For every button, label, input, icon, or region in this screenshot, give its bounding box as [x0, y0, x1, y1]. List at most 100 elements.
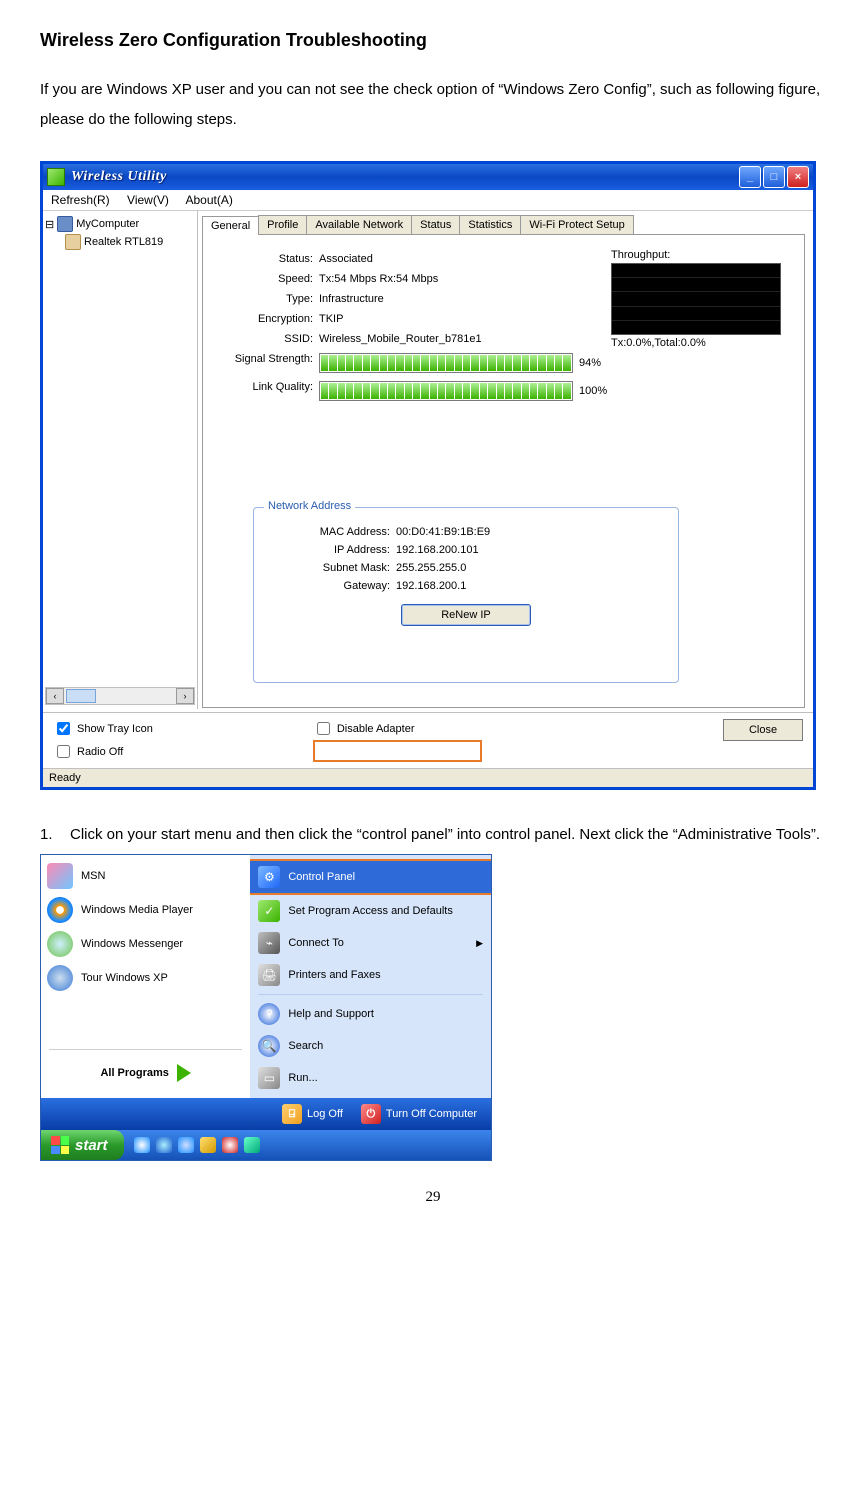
close-button[interactable]: Close: [723, 719, 803, 741]
maximize-button[interactable]: □: [763, 166, 785, 188]
signal-label: Signal Strength:: [219, 353, 319, 373]
close-window-button[interactable]: ×: [787, 166, 809, 188]
menu-about[interactable]: About(A): [186, 193, 233, 207]
all-programs-label: All Programs: [100, 1067, 168, 1079]
encryption-label: Encryption:: [219, 313, 319, 325]
scroll-thumb[interactable]: [66, 689, 96, 703]
turnoff-button[interactable]: ⏻ Turn Off Computer: [361, 1104, 477, 1124]
mac-value: 00:D0:41:B9:1B:E9: [396, 526, 666, 538]
start-item-msn[interactable]: MSN: [45, 859, 246, 893]
printers-label: Printers and Faxes: [288, 969, 380, 981]
radio-off-label: Radio Off: [77, 746, 123, 758]
all-programs-button[interactable]: All Programs: [45, 1056, 246, 1088]
radio-off-checkbox[interactable]: Radio Off: [53, 742, 153, 761]
quick-launch: [134, 1137, 260, 1153]
tab-available-network[interactable]: Available Network: [306, 215, 412, 234]
logoff-button[interactable]: ⍈ Log Off: [282, 1104, 343, 1124]
page-heading: Wireless Zero Configuration Troubleshoot…: [40, 30, 826, 51]
quicklaunch-icon[interactable]: [222, 1137, 238, 1153]
tab-profile[interactable]: Profile: [258, 215, 307, 234]
tab-general-body: Throughput: Tx:0.0%,Total:0.0% Status: A…: [202, 235, 805, 708]
start-item-help[interactable]: ? Help and Support: [250, 998, 491, 1030]
start-button[interactable]: start: [41, 1130, 124, 1160]
tree-scrollbar[interactable]: ‹ ›: [45, 687, 195, 705]
separator: [49, 1049, 242, 1050]
show-tray-checkbox[interactable]: Show Tray Icon: [53, 719, 153, 738]
start-item-control-panel[interactable]: ⚙ Control Panel: [250, 859, 491, 895]
bottom-options-row: Show Tray Icon Radio Off Disable Adapter…: [43, 712, 813, 768]
msn-label: MSN: [81, 870, 105, 882]
start-item-spa[interactable]: ✓ Set Program Access and Defaults: [250, 895, 491, 927]
tree-root[interactable]: ⊟ MyComputer: [45, 215, 195, 233]
minimize-button[interactable]: _: [739, 166, 761, 188]
arrow-right-icon: [177, 1064, 191, 1082]
disable-adapter-checkbox[interactable]: Disable Adapter: [313, 719, 482, 738]
submenu-arrow-icon: ▶: [476, 938, 483, 949]
ssid-label: SSID:: [219, 333, 319, 345]
app-icon: [47, 168, 65, 186]
tab-statistics[interactable]: Statistics: [459, 215, 521, 234]
start-item-messenger[interactable]: Windows Messenger: [45, 927, 246, 961]
start-item-printers[interactable]: 🖨 Printers and Faxes: [250, 959, 491, 991]
printers-icon: 🖨: [258, 964, 280, 986]
start-menu-bottom: ⍈ Log Off ⏻ Turn Off Computer: [41, 1098, 491, 1130]
status-label: Status:: [219, 253, 319, 265]
search-label: Search: [288, 1040, 323, 1052]
start-menu-figure: MSN Windows Media Player Windows Messeng…: [40, 854, 492, 1161]
tab-status[interactable]: Status: [411, 215, 460, 234]
menu-view[interactable]: View(V): [127, 193, 169, 207]
quicklaunch-icon[interactable]: [244, 1137, 260, 1153]
gateway-value: 192.168.200.1: [396, 580, 666, 592]
renew-ip-button[interactable]: ReNew IP: [401, 604, 531, 626]
msn-icon: [47, 863, 73, 889]
throughput-graph: [611, 263, 781, 335]
tab-general[interactable]: General: [202, 216, 259, 235]
turnoff-label: Turn Off Computer: [386, 1108, 477, 1120]
link-pct: 100%: [579, 385, 607, 397]
radio-off-input[interactable]: [57, 745, 70, 758]
windows-logo-icon: [51, 1136, 69, 1154]
encryption-value: TKIP: [319, 313, 607, 325]
disable-adapter-input[interactable]: [317, 722, 330, 735]
quicklaunch-icon[interactable]: [134, 1137, 150, 1153]
network-address-fieldset: Network Address MAC Address: 00:D0:41:B9…: [253, 507, 679, 683]
highlight-box: [313, 740, 482, 762]
quicklaunch-icon[interactable]: [178, 1137, 194, 1153]
titlebar[interactable]: Wireless Utility _ □ ×: [43, 164, 813, 190]
adapter-icon: [65, 234, 81, 250]
speed-value: Tx:54 Mbps Rx:54 Mbps: [319, 273, 607, 285]
scroll-right-icon[interactable]: ›: [176, 688, 194, 704]
collapse-icon[interactable]: ⊟: [45, 218, 54, 231]
quicklaunch-icon[interactable]: [200, 1137, 216, 1153]
wmp-icon: [47, 897, 73, 923]
signal-pct: 94%: [579, 357, 601, 369]
start-item-search[interactable]: 🔍 Search: [250, 1030, 491, 1062]
subnet-value: 255.255.255.0: [396, 562, 666, 574]
start-item-tour[interactable]: Tour Windows XP: [45, 961, 246, 995]
tree-root-label: MyComputer: [76, 218, 139, 230]
start-item-connect-to[interactable]: ⌁ Connect To ▶: [250, 927, 491, 959]
tab-wps[interactable]: Wi-Fi Protect Setup: [520, 215, 633, 234]
connect-icon: ⌁: [258, 932, 280, 954]
start-item-run[interactable]: ▭ Run...: [250, 1062, 491, 1094]
type-value: Infrastructure: [319, 293, 607, 305]
menu-refresh[interactable]: Refresh(R): [51, 193, 110, 207]
scroll-left-icon[interactable]: ‹: [46, 688, 64, 704]
run-icon: ▭: [258, 1067, 280, 1089]
control-panel-icon: ⚙: [258, 866, 280, 888]
tree-card[interactable]: Realtek RTL819: [45, 233, 195, 251]
throughput-panel: Throughput: Tx:0.0%,Total:0.0%: [611, 249, 786, 349]
run-label: Run...: [288, 1072, 317, 1084]
tree-card-label: Realtek RTL819: [84, 236, 163, 248]
help-label: Help and Support: [288, 1008, 374, 1020]
start-item-wmp[interactable]: Windows Media Player: [45, 893, 246, 927]
search-icon: 🔍: [258, 1035, 280, 1057]
show-tray-input[interactable]: [57, 722, 70, 735]
logoff-label: Log Off: [307, 1108, 343, 1120]
quicklaunch-icon[interactable]: [156, 1137, 172, 1153]
help-icon: ?: [258, 1003, 280, 1025]
status-value: Associated: [319, 253, 607, 265]
type-label: Type:: [219, 293, 319, 305]
menubar: Refresh(R) View(V) About(A): [43, 190, 813, 211]
throughput-label: Throughput:: [611, 249, 786, 261]
